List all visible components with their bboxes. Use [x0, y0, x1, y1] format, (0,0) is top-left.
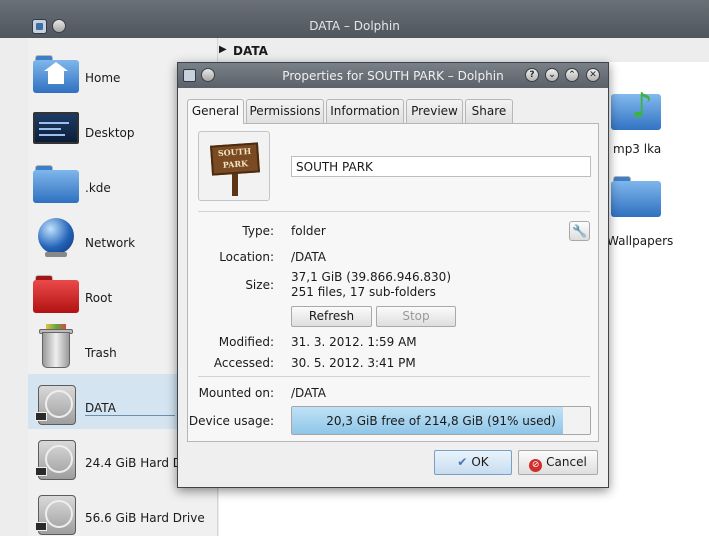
device-usage-bar: 20,3 GiB free of 214,8 GiB (91% used)	[291, 406, 591, 435]
ok-label: OK	[471, 455, 489, 469]
file-label: mp3 lka	[613, 142, 662, 156]
properties-dialog: Properties for SOUTH PARK – Dolphin ? ⌄ …	[177, 62, 609, 488]
desktop-icon	[33, 108, 79, 150]
cancel-button[interactable]: ⊘ Cancel	[518, 450, 598, 475]
place-label: Trash	[85, 346, 117, 360]
check-icon: ✔	[457, 455, 468, 469]
type-value: folder	[291, 224, 326, 238]
accessed-value: 30. 5. 2012. 3:41 PM	[291, 356, 416, 370]
south-park-sign-icon: SOUTH PARK	[210, 142, 260, 176]
folder-icon	[33, 163, 79, 205]
general-tab-panel: SOUTH PARK SOUTH PARK Type: folder 🔧 Loc…	[187, 123, 599, 442]
place-label: Home	[85, 71, 121, 85]
close-button[interactable]: ✕	[586, 68, 600, 82]
place-label: Root	[85, 291, 113, 305]
trash-icon	[33, 324, 79, 370]
tab-share[interactable]: Share	[465, 99, 513, 123]
tab-information[interactable]: Information	[326, 99, 404, 123]
file-item-wallpapers[interactable]: Wallpapers	[607, 170, 707, 250]
folder-icon-button[interactable]: SOUTH PARK	[198, 131, 270, 201]
modified-value: 31. 3. 2012. 1:59 AM	[291, 335, 417, 349]
help-button[interactable]: ?	[525, 68, 539, 82]
file-item-mp3[interactable]: ♪ mp3 lka	[607, 80, 707, 160]
separator	[198, 376, 590, 377]
breadcrumb-item[interactable]: DATA	[233, 44, 268, 58]
place-label: 56.6 GiB Hard Drive	[85, 511, 205, 525]
size-value: 37,1 GiB (39.866.946.830)	[291, 270, 452, 284]
tab-general[interactable]: General	[187, 99, 244, 124]
main-window-title: DATA – Dolphin	[309, 19, 400, 33]
hard-drive-icon	[33, 383, 79, 425]
sign-post	[232, 174, 238, 196]
mounted-value: /DATA	[291, 386, 326, 400]
ok-button[interactable]: ✔ OK	[434, 450, 512, 475]
location-value: /DATA	[291, 250, 326, 264]
tab-permissions[interactable]: Permissions	[246, 99, 324, 123]
wrench-icon: 🔧	[572, 224, 587, 238]
device-usage-text: 20,3 GiB free of 214,8 GiB (91% used)	[326, 414, 556, 428]
device-usage-label: Device usage:	[188, 414, 274, 428]
location-label: Location:	[219, 250, 274, 264]
dialog-titlebar[interactable]: Properties for SOUTH PARK – Dolphin ? ⌄ …	[178, 63, 608, 88]
place-label: .kde	[85, 181, 111, 195]
configure-file-type-button[interactable]: 🔧	[569, 221, 590, 241]
folder-icon	[611, 174, 661, 218]
mounted-label: Mounted on:	[198, 386, 274, 400]
cancel-label: Cancel	[546, 455, 587, 469]
refresh-button[interactable]: Refresh	[291, 306, 372, 327]
dialog-title: Properties for SOUTH PARK – Dolphin	[282, 69, 504, 83]
red-folder-icon	[33, 273, 79, 315]
minimize-button[interactable]: ⌄	[545, 68, 559, 82]
stop-button[interactable]: Stop	[376, 306, 456, 327]
type-label: Type:	[242, 224, 274, 238]
name-input[interactable]: SOUTH PARK	[291, 156, 591, 177]
maximize-button[interactable]: ⌃	[565, 68, 579, 82]
place-label: DATA	[85, 401, 116, 415]
modified-label: Modified:	[218, 335, 274, 349]
separator	[198, 211, 590, 212]
home-folder-icon	[33, 53, 79, 95]
tab-preview[interactable]: Preview	[406, 99, 463, 123]
hard-drive-icon	[33, 438, 79, 480]
file-label: Wallpapers	[607, 234, 674, 248]
size-detail: 251 files, 17 sub-folders	[291, 285, 436, 299]
place-label: Network	[85, 236, 136, 250]
network-globe-icon	[33, 218, 79, 260]
place-label: Desktop	[85, 126, 135, 140]
accessed-label: Accessed:	[213, 356, 274, 370]
breadcrumb-arrow-icon[interactable]: ▶	[219, 44, 227, 55]
place-hard-drive-56[interactable]: 56.6 GiB Hard Drive	[28, 484, 218, 536]
size-label: Size:	[245, 278, 274, 292]
cancel-icon: ⊘	[529, 459, 543, 472]
capacity-bar	[85, 415, 175, 416]
main-titlebar: DATA – Dolphin	[0, 0, 709, 38]
hard-drive-icon	[33, 493, 79, 535]
music-folder-icon: ♪	[611, 86, 661, 130]
